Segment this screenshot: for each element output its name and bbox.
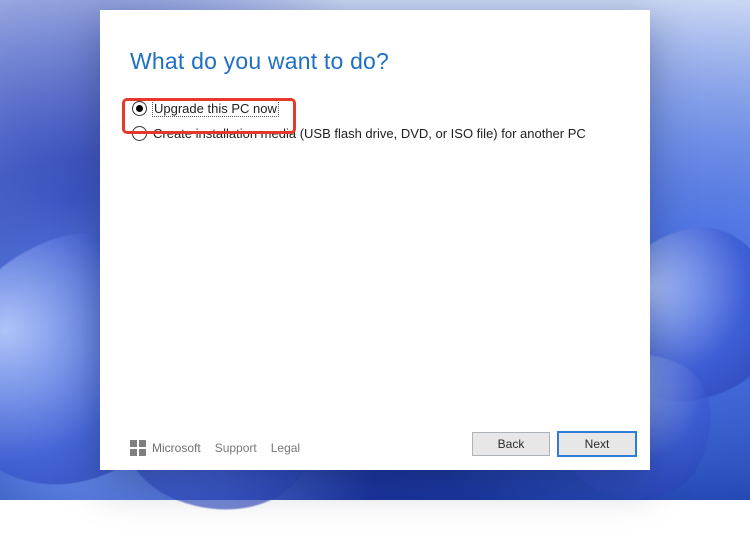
microsoft-logo: Microsoft bbox=[130, 440, 201, 456]
dialog-footer: Microsoft Support Legal Back Next bbox=[100, 414, 650, 470]
page-title: What do you want to do? bbox=[130, 48, 620, 75]
radio-upgrade-now[interactable] bbox=[132, 101, 147, 116]
brand-label: Microsoft bbox=[152, 441, 201, 455]
radio-create-media[interactable] bbox=[132, 126, 147, 141]
microsoft-logo-icon bbox=[130, 440, 146, 456]
option-group: Upgrade this PC now Create installation … bbox=[132, 101, 620, 141]
footer-left: Microsoft Support Legal bbox=[114, 440, 472, 456]
legal-link[interactable]: Legal bbox=[271, 441, 300, 455]
dialog-content: What do you want to do? Upgrade this PC … bbox=[100, 10, 650, 414]
footer-buttons: Back Next bbox=[472, 432, 636, 456]
next-button[interactable]: Next bbox=[558, 432, 636, 456]
radio-label: Create installation media (USB flash dri… bbox=[153, 126, 586, 141]
radio-label: Upgrade this PC now bbox=[153, 101, 278, 116]
setup-dialog: What do you want to do? Upgrade this PC … bbox=[100, 10, 650, 470]
back-button[interactable]: Back bbox=[472, 432, 550, 456]
option-upgrade-now[interactable]: Upgrade this PC now bbox=[132, 101, 620, 116]
option-create-media[interactable]: Create installation media (USB flash dri… bbox=[132, 126, 620, 141]
support-link[interactable]: Support bbox=[215, 441, 257, 455]
